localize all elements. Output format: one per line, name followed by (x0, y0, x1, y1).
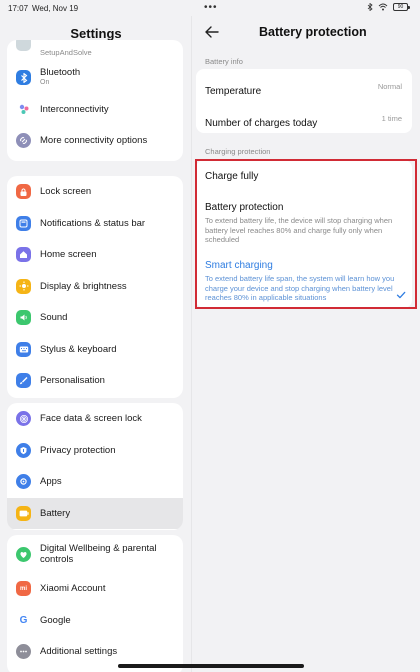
bluetooth-icon (16, 70, 31, 86)
settings-item-sound[interactable]: Sound (7, 302, 183, 334)
settings-item-xiaomi-account[interactable]: mi Xiaomi Account (7, 573, 183, 605)
battery-icon (16, 505, 31, 521)
wifi-icon (378, 3, 388, 11)
charges-row[interactable]: Number of charges today 1 time (205, 113, 402, 131)
status-bar: 17:07 Wed, Nov 19 ••• 90 (0, 0, 420, 16)
settings-item-notifications[interactable]: Notifications & status bar (7, 208, 183, 240)
notifications-icon (16, 215, 31, 231)
settings-item-setupandsolve[interactable]: SetupAndSolve (7, 40, 183, 62)
settings-item-interconnectivity[interactable]: Interconnectivity (7, 94, 183, 126)
temperature-label: Temperature (205, 86, 262, 97)
battery-protection-pane: Battery protection Battery info Temperat… (192, 16, 420, 672)
settings-item-more-connectivity[interactable]: More connectivity options (7, 125, 183, 157)
personalisation-icon (16, 373, 31, 389)
privacy-icon (16, 442, 31, 458)
settings-group-connectivity: SetupAndSolve Bluetooth On Interconnecti… (7, 40, 183, 161)
option-title: Charge fully (205, 171, 259, 182)
home-icon (16, 247, 31, 263)
setup-icon (16, 40, 31, 51)
bluetooth-status-icon (367, 3, 373, 11)
temperature-value: Normal (377, 82, 402, 91)
page-title: Battery protection (259, 25, 367, 39)
additional-settings-icon (16, 644, 31, 660)
settings-item-home-screen[interactable]: Home screen (7, 239, 183, 271)
xiaomi-icon: mi (16, 581, 31, 597)
settings-item-battery[interactable]: Battery (7, 497, 183, 529)
option-battery-protection[interactable]: Battery protection To extend battery lif… (205, 202, 402, 245)
apps-icon (16, 474, 31, 490)
status-date: Wed, Nov 19 (32, 4, 79, 13)
settings-pane: Settings SetupAndSolve Bluetooth On Inte… (0, 16, 192, 672)
charging-protection-label: Charging protection (205, 147, 271, 156)
settings-item-personalisation[interactable]: Personalisation (7, 365, 183, 397)
settings-title: Settings (70, 26, 122, 41)
settings-item-google[interactable]: G Google (7, 605, 183, 637)
settings-item-apps[interactable]: Apps (7, 466, 183, 498)
settings-group-personalization: Lock screen Notifications & status bar H… (7, 176, 183, 398)
charges-label: Number of charges today (205, 118, 318, 129)
settings-item-digital-wellbeing[interactable]: Digital Wellbeing & parental controls (7, 535, 183, 573)
settings-item-bluetooth[interactable]: Bluetooth On (7, 62, 183, 94)
battery-info-card: Temperature Normal Number of charges tod… (196, 69, 412, 133)
sound-icon (16, 310, 31, 326)
option-description: To extend battery life, the device will … (205, 216, 393, 244)
option-title: Smart charging (205, 260, 273, 271)
option-description: To extend battery life span, the system … (205, 274, 395, 302)
status-icons: 90 (367, 3, 410, 11)
interconnectivity-icon (16, 101, 31, 117)
keyboard-icon (16, 341, 31, 357)
back-arrow-icon[interactable] (204, 25, 220, 39)
settings-item-display-brightness[interactable]: Display & brightness (7, 271, 183, 303)
charging-protection-card: Charge fully Battery protection To exten… (196, 160, 412, 308)
google-icon: G (16, 612, 31, 628)
settings-group-security: Face data & screen lock Privacy protecti… (7, 403, 183, 530)
home-indicator[interactable] (118, 664, 304, 668)
settings-group-accounts: Digital Wellbeing & parental controls mi… (7, 535, 183, 672)
lock-icon (16, 184, 31, 200)
option-smart-charging[interactable]: Smart charging To extend battery life sp… (205, 260, 402, 303)
settings-item-additional[interactable]: Additional settings (7, 636, 183, 668)
face-icon (16, 411, 31, 427)
option-title: Battery protection (205, 202, 284, 213)
more-dots-icon: ••• (204, 2, 218, 13)
option-charge-fully[interactable]: Charge fully (205, 171, 402, 182)
settings-item-stylus-keyboard[interactable]: Stylus & keyboard (7, 334, 183, 366)
battery-info-label: Battery info (205, 57, 243, 66)
charges-value: 1 time (381, 114, 402, 123)
temperature-row[interactable]: Temperature Normal (205, 81, 402, 99)
battery-status-icon: 90 (393, 3, 410, 11)
settings-item-face-data[interactable]: Face data & screen lock (7, 403, 183, 435)
settings-item-privacy[interactable]: Privacy protection (7, 435, 183, 467)
status-time: 17:07 (8, 4, 29, 13)
settings-item-lock-screen[interactable]: Lock screen (7, 176, 183, 208)
wellbeing-icon (16, 546, 31, 562)
checkmark-icon (396, 291, 406, 299)
connectivity-icon (16, 133, 31, 149)
brightness-icon (16, 278, 31, 294)
